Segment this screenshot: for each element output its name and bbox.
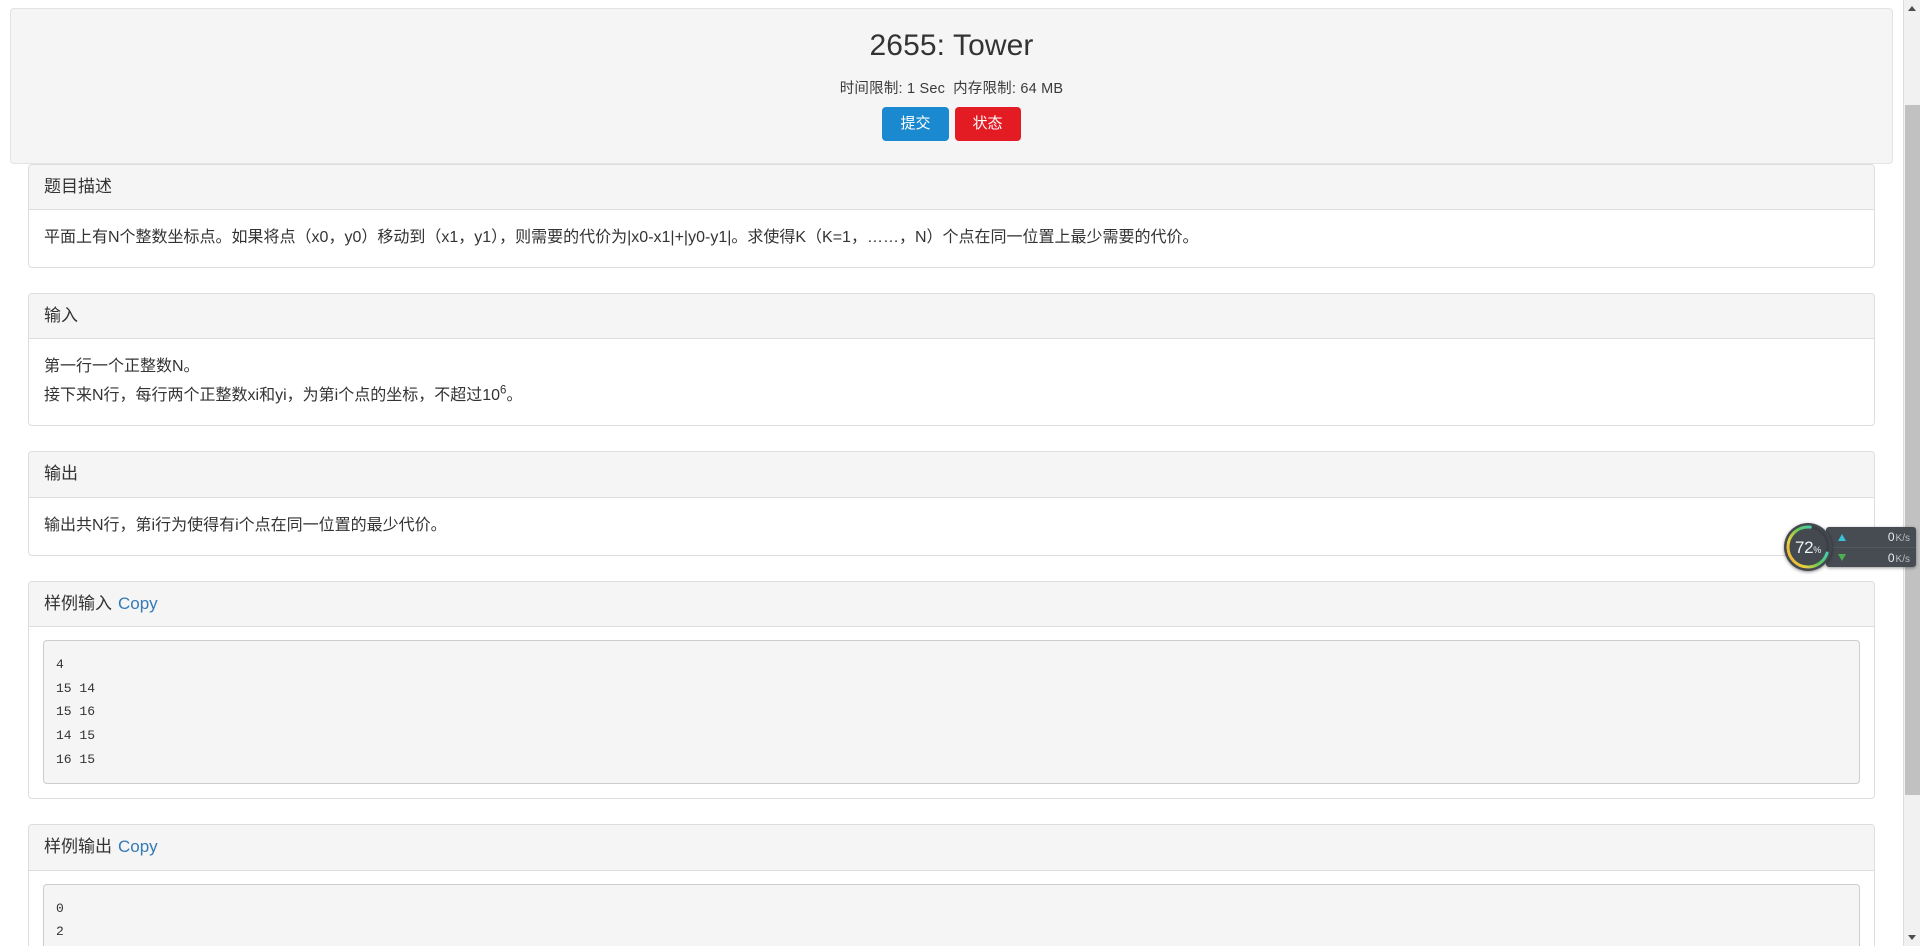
panel-input-body: 第一行一个正整数N。 接下来N行，每行两个正整数xi和yi，为第i个点的坐标，不… [29,339,1874,425]
panel-sample-output: 样例输出 Copy 0 2 3 4 [28,824,1875,946]
input-line-2: 接下来N行，每行两个正整数xi和yi，为第i个点的坐标，不超过106。 [44,382,1859,410]
scrollbar-up-button[interactable] [1904,0,1920,17]
panel-description-body: 平面上有N个整数坐标点。如果将点（x0，y0）移动到（x1，y1），则需要的代价… [29,210,1874,267]
memory-limit-label: 内存限制: 64 MB [953,81,1063,97]
vertical-scrollbar[interactable] [1903,0,1920,946]
time-limit-label: 时间限制: 1 Sec [840,81,945,97]
output-text: 输出共N行，第i行为使得有i个点在同一位置的最少代价。 [44,512,1859,540]
upload-speed-number: 0 [1888,530,1895,544]
panel-sample-input-heading: 样例输入 Copy [29,582,1874,627]
upload-speed-unit: K/s [1896,533,1910,544]
gauge-percent-number: 72 [1795,538,1813,557]
description-text: 平面上有N个整数坐标点。如果将点（x0，y0）移动到（x1，y1），则需要的代价… [44,224,1859,252]
gauge-percent-text: 72% [1795,539,1821,556]
arrow-down-icon [1838,554,1846,561]
problem-page: 2655: Tower 时间限制: 1 Sec 内存限制: 64 MB 提交 状态… [0,0,1920,946]
upload-speed-row: 0K/s [1826,527,1916,547]
input-line-1: 第一行一个正整数N。 [44,353,1859,381]
upload-speed-value: 0K/s [1888,530,1910,544]
panel-output: 输出 输出共N行，第i行为使得有i个点在同一位置的最少代价。 [28,451,1875,555]
scrollbar-down-button[interactable] [1904,929,1920,946]
gauge-percent-symbol: % [1813,545,1821,555]
input-line-2-post: 。 [506,387,522,404]
download-speed-row: 0K/s [1826,547,1916,567]
sample-input-label: 样例输入 [44,594,112,613]
sample-output-code[interactable]: 0 2 3 4 [43,884,1860,946]
panel-input-heading: 输入 [29,294,1874,339]
header-action-buttons: 提交 状态 [26,107,1877,141]
sample-output-label: 样例输出 [44,837,112,856]
chevron-down-icon [1908,935,1916,940]
panel-description: 题目描述 平面上有N个整数坐标点。如果将点（x0，y0）移动到（x1，y1），则… [28,164,1875,268]
status-button[interactable]: 状态 [955,107,1021,141]
page-title: 2655: Tower [26,29,1877,63]
panel-sample-output-body: 0 2 3 4 [29,871,1874,946]
panel-output-body: 输出共N行，第i行为使得有i个点在同一位置的最少代价。 [29,498,1874,555]
problem-header: 2655: Tower 时间限制: 1 Sec 内存限制: 64 MB 提交 状态 [10,8,1893,164]
download-speed-value: 0K/s [1888,551,1910,565]
copy-sample-output-link[interactable]: Copy [118,837,158,856]
scrollbar-thumb[interactable] [1905,105,1920,795]
scroll-viewport[interactable]: 2655: Tower 时间限制: 1 Sec 内存限制: 64 MB 提交 状态… [0,0,1903,946]
input-line-2-pre: 接下来N行，每行两个正整数xi和yi，为第i个点的坐标，不超过10 [44,387,500,404]
panel-output-heading: 输出 [29,452,1874,497]
panel-sample-input: 样例输入 Copy 4 15 14 15 16 14 15 16 15 [28,581,1875,800]
submit-button[interactable]: 提交 [882,107,948,141]
panel-sample-output-heading: 样例输出 Copy [29,825,1874,870]
network-speed-widget[interactable]: 0K/s 0K/s 72% [1784,523,1916,571]
download-speed-number: 0 [1888,551,1895,565]
problem-limits: 时间限制: 1 Sec 内存限制: 64 MB [26,77,1877,98]
panel-input: 输入 第一行一个正整数N。 接下来N行，每行两个正整数xi和yi，为第i个点的坐… [28,293,1875,426]
copy-sample-input-link[interactable]: Copy [118,594,158,613]
page-content: 2655: Tower 时间限制: 1 Sec 内存限制: 64 MB 提交 状态… [0,8,1903,946]
network-speed-rows: 0K/s 0K/s [1826,527,1916,567]
panel-sample-input-body: 4 15 14 15 16 14 15 16 15 [29,627,1874,798]
sample-input-code[interactable]: 4 15 14 15 16 14 15 16 15 [43,640,1860,784]
cpu-usage-gauge[interactable]: 72% [1784,523,1832,571]
chevron-up-icon [1908,6,1916,11]
panel-description-heading: 题目描述 [29,165,1874,210]
arrow-up-icon [1838,534,1846,541]
download-speed-unit: K/s [1896,554,1910,565]
